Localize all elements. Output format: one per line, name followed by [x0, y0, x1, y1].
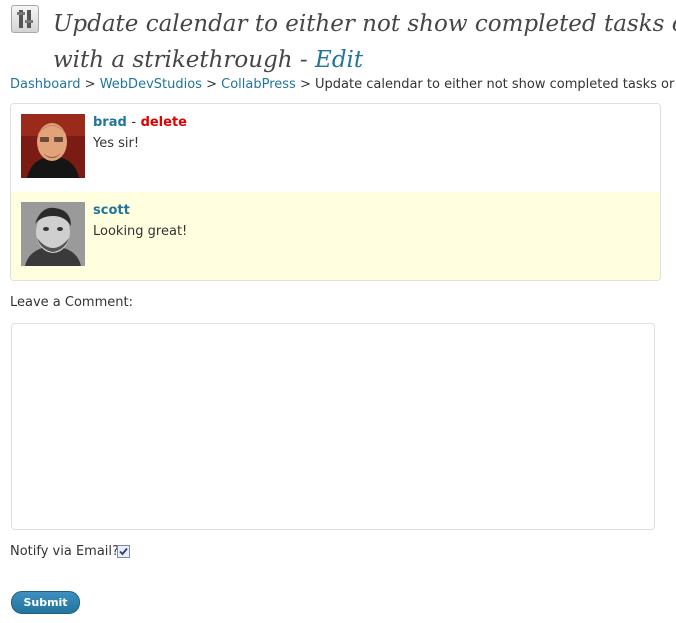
avatar	[21, 114, 85, 178]
comment-author-line: brad - delete	[93, 114, 187, 132]
page-title-line-2: with a strikethrough - Edit	[53, 42, 676, 78]
notify-email-label: Notify via Email?	[10, 544, 119, 559]
comment-item: brad - delete Yes sir!	[11, 104, 660, 192]
comment-author-separator: -	[131, 115, 137, 130]
edit-link[interactable]: Edit	[315, 47, 363, 73]
breadcrumb: Dashboard > WebDevStudios > CollabPress …	[10, 76, 676, 94]
leave-comment-label: Leave a Comment:	[10, 295, 133, 310]
comments-list: brad - delete Yes sir! scott Looking gre…	[10, 103, 661, 281]
page-title-line-2-text: with a strikethrough -	[53, 47, 316, 73]
notify-email-checkbox[interactable]	[117, 545, 130, 558]
breadcrumb-webdevstudios[interactable]: WebDevStudios	[100, 77, 202, 92]
avatar	[21, 202, 85, 266]
breadcrumb-separator: >	[206, 77, 217, 92]
breadcrumb-collabpress[interactable]: CollabPress	[221, 77, 296, 92]
breadcrumb-separator: >	[299, 77, 311, 92]
comment-textarea[interactable]	[11, 323, 655, 530]
comment-author-link[interactable]: scott	[93, 203, 130, 218]
checkmark-icon	[119, 547, 128, 556]
submit-button[interactable]: Submit	[11, 591, 80, 614]
page-title-line-1: Update calendar to either not show compl…	[53, 11, 676, 37]
comment-author-link[interactable]: brad	[93, 115, 127, 130]
tools-icon	[11, 5, 39, 33]
breadcrumb-current: Update calendar to either not show compl…	[315, 77, 676, 92]
comment-item: scott Looking great!	[11, 192, 660, 280]
breadcrumb-separator: >	[84, 77, 96, 92]
comment-text: Yes sir!	[93, 136, 140, 151]
delete-comment-link[interactable]: delete	[141, 115, 187, 130]
page-title: Update calendar to either not show compl…	[53, 6, 676, 78]
comment-text: Looking great!	[93, 224, 188, 239]
breadcrumb-dashboard[interactable]: Dashboard	[10, 77, 81, 92]
comment-author-line: scott	[93, 202, 130, 220]
